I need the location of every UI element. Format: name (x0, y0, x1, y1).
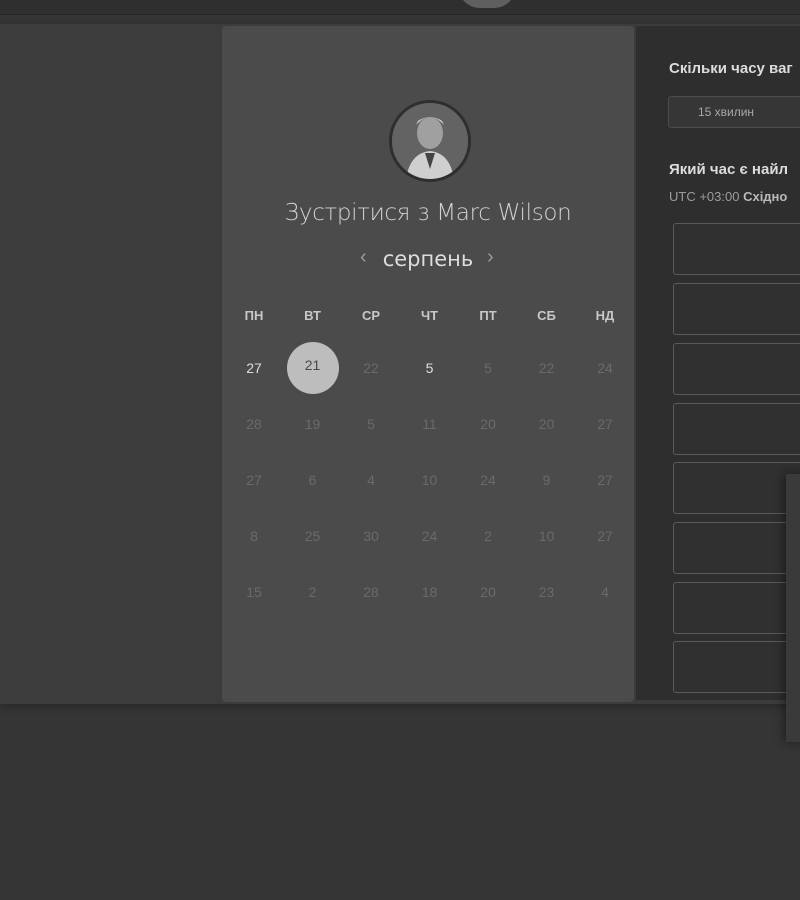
time-slot[interactable] (673, 582, 800, 634)
month-label: серпень (382, 247, 474, 271)
calendar-day: 24 (421, 528, 438, 544)
weekday-fri: ПТ (479, 308, 497, 323)
time-slot[interactable] (673, 403, 800, 455)
time-slot[interactable] (673, 462, 800, 514)
calendar-day: 28 (363, 584, 379, 600)
chevron-right-icon[interactable]: › (487, 246, 494, 269)
calendar-day: 24 (597, 360, 613, 376)
side-popover (786, 474, 800, 742)
duration-next-button[interactable] (782, 96, 800, 128)
calendar-day: 27 (597, 416, 613, 432)
calendar-card: Зустрітися з Marc Wilson ‹ серпень › ПН … (222, 26, 634, 702)
calendar-day[interactable]: 27 (228, 342, 280, 394)
weekday-wed: СР (361, 308, 381, 323)
calendar-day: 5 (484, 360, 492, 376)
calendar-day: 4 (367, 472, 375, 488)
weekday-mon: ПН (244, 308, 264, 323)
calendar-day: 2 (308, 584, 317, 600)
calendar-day: 28 (246, 416, 262, 432)
timezone-name: Східно (743, 189, 788, 204)
time-slot[interactable] (673, 641, 800, 693)
scheduler-panel: Скільки часу ваг 15 хвилин Який час є на… (636, 26, 800, 700)
weekday-sat: СБ (537, 308, 556, 323)
time-question: Який час є найл (669, 161, 789, 178)
time-slot[interactable] (673, 223, 800, 275)
calendar-day: 8 (250, 528, 258, 544)
calendar-day: 2 (484, 528, 492, 544)
weekday-tue: ВТ (304, 308, 321, 323)
top-bar (0, 0, 800, 15)
calendar-day: 20 (480, 416, 496, 432)
user-avatar (389, 100, 471, 182)
calendar-day: 20 (538, 416, 555, 432)
timezone-offset: UTC +03:00 (669, 189, 740, 204)
calendar-day: 6 (308, 472, 317, 488)
calendar-day[interactable]: 5 (404, 342, 456, 394)
calendar-grid: 27 21 22 5 5 22 24 28 19 5 11 20 20 27 27 6 4 10 24 9 27 8 25 3… (225, 342, 635, 622)
calendar-day-selected[interactable]: 21 (286, 342, 339, 394)
calendar-day: 23 (538, 584, 555, 600)
weekday-thu: ЧТ (420, 308, 439, 323)
duration-15-button[interactable]: 15 хвилин (668, 96, 784, 128)
calendar-day: 22 (538, 360, 555, 376)
calendar-day: 5 (367, 416, 375, 432)
calendar-day: 27 (597, 528, 613, 544)
calendar-day: 18 (421, 584, 438, 600)
calendar-day: 19 (304, 416, 321, 432)
calendar-day: 27 (597, 472, 613, 488)
calendar-day: 30 (363, 528, 379, 544)
calendar-day: 27 (246, 472, 262, 488)
timezone-label[interactable]: UTC +03:00 Східно (669, 189, 787, 204)
calendar-day: 10 (421, 472, 438, 488)
calendar-day: 11 (422, 416, 437, 432)
time-slot[interactable] (673, 283, 800, 335)
time-slot[interactable] (673, 522, 800, 574)
time-slot[interactable] (673, 343, 800, 395)
meeting-title: Зустрітися з Marc Wilson (284, 200, 572, 226)
calendar-day: 9 (542, 472, 551, 488)
calendar-day: 10 (538, 528, 555, 544)
calendar-day: 22 (363, 360, 379, 376)
avatar-photo (392, 103, 468, 179)
calendar-day: 25 (304, 528, 321, 544)
weekday-sun: НД (595, 308, 615, 323)
calendar-day: 20 (480, 584, 496, 600)
duration-question: Скільки часу ваг (669, 60, 793, 77)
calendar-day: 4 (601, 584, 609, 600)
calendar-day: 24 (480, 472, 496, 488)
month-navigation: ‹ серпень › (222, 246, 634, 276)
calendar-day: 15 (246, 584, 262, 600)
